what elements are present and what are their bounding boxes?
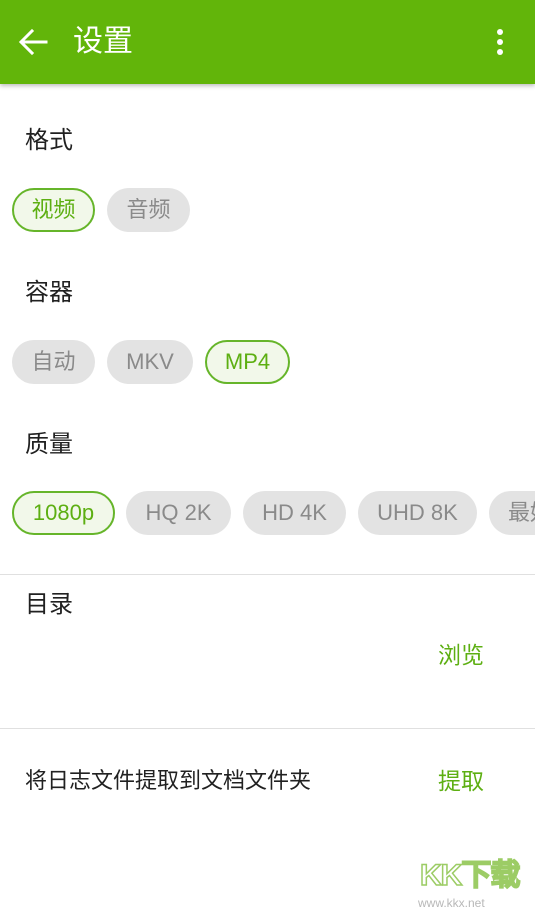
divider bbox=[0, 574, 535, 575]
watermark-url: www.kkx.net bbox=[418, 896, 485, 910]
format-section-title: 格式 bbox=[25, 126, 73, 154]
watermark: KK下载 www.kkx.net bbox=[412, 856, 534, 912]
arrow-left-icon bbox=[18, 28, 48, 56]
quality-section-title: 质量 bbox=[25, 430, 73, 458]
app-bar: 设置 bbox=[0, 0, 535, 84]
divider bbox=[0, 728, 535, 729]
container-section-title: 容器 bbox=[25, 278, 73, 306]
container-chip-mkv[interactable]: MKV bbox=[107, 340, 193, 384]
back-button[interactable] bbox=[14, 22, 54, 62]
browse-button[interactable]: 浏览 bbox=[438, 640, 484, 672]
directory-section-title: 目录 bbox=[25, 590, 73, 618]
format-chip-audio[interactable]: 音频 bbox=[107, 188, 190, 232]
extract-logs-label: 将日志文件提取到文档文件夹 bbox=[25, 769, 312, 794]
page-title: 设置 bbox=[73, 24, 133, 59]
quality-chip-uhd-8k[interactable]: UHD 8K bbox=[358, 491, 477, 535]
container-chip-auto[interactable]: 自动 bbox=[12, 340, 95, 384]
quality-chip-1080p[interactable]: 1080p bbox=[12, 491, 115, 535]
quality-chip-hq-2k[interactable]: HQ 2K bbox=[126, 491, 231, 535]
watermark-logo: KK下载 bbox=[419, 858, 521, 893]
overflow-menu-button[interactable] bbox=[486, 22, 514, 62]
container-chip-mp4[interactable]: MP4 bbox=[205, 340, 290, 384]
quality-chip-best[interactable]: 最好 bbox=[489, 491, 535, 535]
quality-chip-hd-4k[interactable]: HD 4K bbox=[243, 491, 346, 535]
format-chip-video[interactable]: 视频 bbox=[12, 188, 95, 232]
more-vertical-icon bbox=[497, 29, 503, 55]
extract-button[interactable]: 提取 bbox=[438, 766, 484, 798]
